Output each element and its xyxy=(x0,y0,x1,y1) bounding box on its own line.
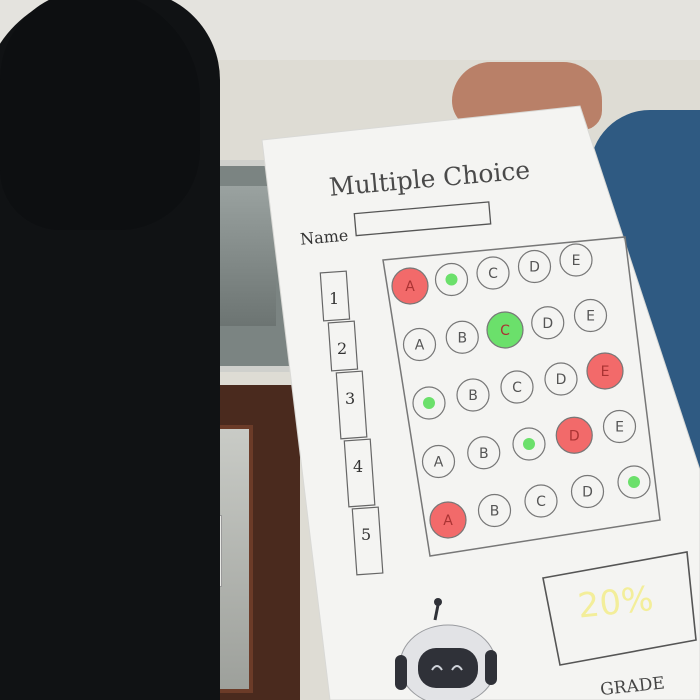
grade-score: 20% xyxy=(575,578,656,627)
answer-bubble[interactable]: A xyxy=(429,501,467,539)
bubble-letter: C xyxy=(512,380,522,396)
bubble-letter: A xyxy=(434,455,444,471)
bubble-letter: D xyxy=(556,372,567,388)
bubble-letter: D xyxy=(529,260,540,276)
bubble-letter: D xyxy=(569,428,580,444)
bubble-letter: B xyxy=(457,330,467,346)
correct-answer-dot xyxy=(423,397,435,409)
question-number: 4 xyxy=(353,457,363,476)
question-number: 3 xyxy=(345,389,355,408)
bubble-letter: B xyxy=(468,388,478,404)
bubble-letter: E xyxy=(601,364,610,380)
bubble-letter: B xyxy=(490,504,500,520)
correct-answer-dot xyxy=(523,438,535,450)
question-number: 1 xyxy=(329,289,339,308)
bubble-letter: D xyxy=(582,485,593,501)
question-number: 2 xyxy=(337,339,347,358)
correct-answer-dot xyxy=(445,273,458,286)
bubble-letter: B xyxy=(479,446,489,462)
bubble-letter: A xyxy=(405,279,415,295)
bubble-letter: C xyxy=(488,266,498,282)
bubble-letter: C xyxy=(500,323,510,339)
bubble-letter: E xyxy=(586,309,595,325)
correct-answer-dot xyxy=(628,476,640,488)
answer-bubble[interactable]: A xyxy=(391,267,429,305)
bubble-letter: C xyxy=(536,494,546,510)
question-number: 5 xyxy=(361,525,371,544)
answer-bubble[interactable]: E xyxy=(586,352,624,390)
bubble-letter: E xyxy=(572,253,581,269)
bubble-letter: D xyxy=(542,316,553,332)
bubble-letter: A xyxy=(443,513,453,529)
bubble-letter: E xyxy=(615,420,624,436)
answer-bubble[interactable]: D xyxy=(555,416,593,454)
bubble-letter: A xyxy=(415,338,425,354)
answer-bubble[interactable]: C xyxy=(486,311,524,349)
